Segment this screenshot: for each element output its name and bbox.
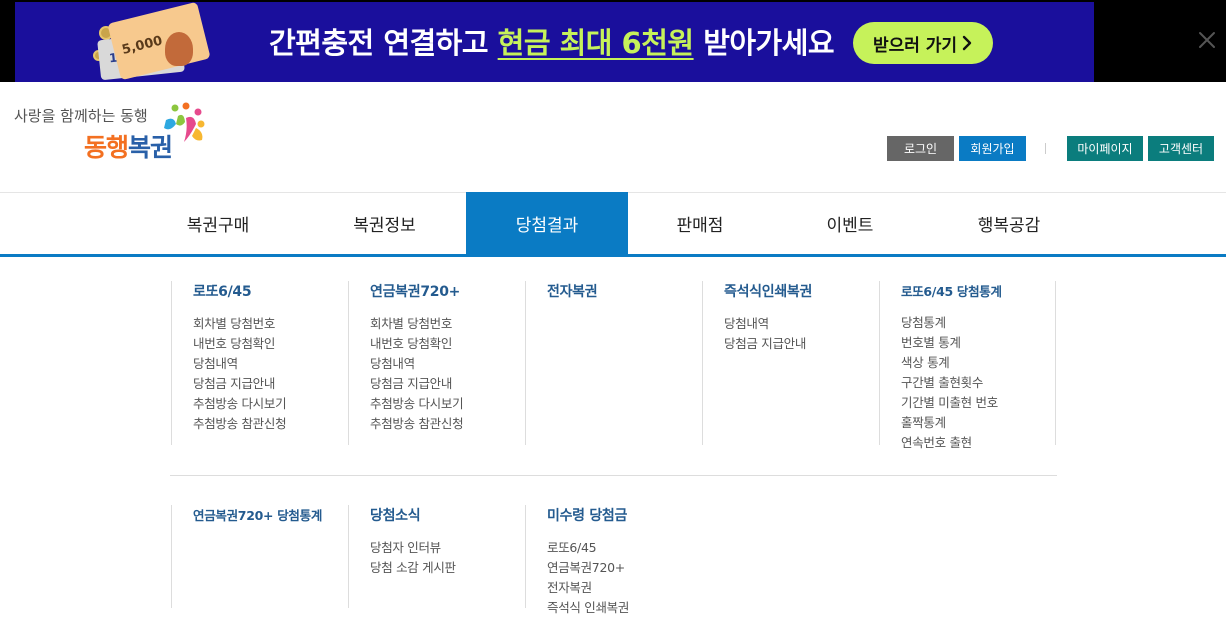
menu-column-title[interactable]: 로또6/45 당첨통계 bbox=[901, 281, 1055, 300]
menu-link-list: 로또6/45 연금복권720+ 전자복권 즉석식 인쇄복권 bbox=[547, 538, 702, 618]
customer-center-button[interactable]: 고객센터 bbox=[1148, 136, 1214, 161]
banner-cta-label: 받으러 가기 bbox=[872, 35, 958, 56]
menu-link-list: 당첨통계 번호별 통계 색상 통계 구간별 출현횟수 기간별 미출현 번호 홀짝통계 연속번… bbox=[901, 313, 1055, 453]
ticket-illustration: 1,000 5,000 bbox=[85, 1, 215, 81]
promo-banner-bar: 1,000 5,000 간편충전 연결하고 현금 최대 6천원 받아가세요 받으… bbox=[0, 0, 1226, 82]
close-icon bbox=[1199, 32, 1215, 48]
menu-link[interactable]: 즉석식 인쇄복권 bbox=[547, 598, 702, 618]
menu-link[interactable]: 로또6/45 bbox=[547, 538, 702, 558]
menu-column-title[interactable]: 연금복권720+ 당첨통계 bbox=[193, 505, 348, 524]
menu-link[interactable]: 구간별 출현횟수 bbox=[901, 373, 1055, 393]
menu-link[interactable]: 내번호 당첨확인 bbox=[193, 334, 348, 354]
menu-divider bbox=[170, 475, 1057, 476]
menu-column: 연금복권720+ 당첨통계 bbox=[171, 505, 348, 608]
gnb-item-6[interactable]: 행복공감 bbox=[928, 192, 1090, 255]
menu-link[interactable]: 추첨방송 다시보기 bbox=[193, 394, 348, 414]
menu-link[interactable]: 당첨금 지급안내 bbox=[724, 334, 879, 354]
banner-text-after: 받아가세요 bbox=[693, 26, 835, 60]
banner-close-button[interactable] bbox=[1195, 28, 1219, 52]
lottery-logo-mark-icon bbox=[164, 102, 205, 142]
utility-separator bbox=[1045, 143, 1046, 154]
menu-link-list: 당첨내역 당첨금 지급안내 bbox=[724, 314, 879, 354]
login-button[interactable]: 로그인 bbox=[887, 136, 954, 161]
promo-banner[interactable]: 1,000 5,000 간편충전 연결하고 현금 최대 6천원 받아가세요 받으… bbox=[15, 1, 1094, 82]
menu-column-title[interactable]: 로또6/45 bbox=[193, 281, 348, 301]
menu-link[interactable]: 회차별 당첨번호 bbox=[370, 314, 525, 334]
menu-link[interactable]: 번호별 통계 bbox=[901, 333, 1055, 353]
menu-link[interactable]: 연금복권720+ bbox=[547, 558, 702, 578]
site-logo[interactable]: 동행복권 bbox=[84, 128, 173, 164]
site-slogan: 사랑을 함께하는 동행 bbox=[14, 107, 148, 125]
banner-headline: 간편충전 연결하고 현금 최대 6천원 받아가세요 bbox=[269, 20, 835, 62]
banner-text-before: 간편충전 연결하고 bbox=[269, 26, 498, 60]
menu-link[interactable]: 회차별 당첨번호 bbox=[193, 314, 348, 334]
gnb-item-5[interactable]: 이벤트 bbox=[772, 192, 928, 255]
menu-link[interactable]: 내번호 당첨확인 bbox=[370, 334, 525, 354]
menu-column-title[interactable]: 미수령 당첨금 bbox=[547, 505, 702, 525]
menu-link-list: 당첨자 인터뷰 당첨 소감 게시판 bbox=[370, 538, 525, 578]
menu-link[interactable]: 당첨통계 bbox=[901, 313, 1055, 333]
menu-column: 전자복권 bbox=[525, 281, 702, 445]
menu-column-title[interactable]: 즉석식인쇄복권 bbox=[724, 281, 879, 301]
menu-column: 당첨소식당첨자 인터뷰 당첨 소감 게시판 bbox=[348, 505, 525, 608]
join-button[interactable]: 회원가입 bbox=[959, 136, 1026, 161]
menu-link[interactable]: 당첨내역 bbox=[724, 314, 879, 334]
menu-link[interactable]: 색상 통계 bbox=[901, 353, 1055, 373]
menu-column: 즉석식인쇄복권당첨내역 당첨금 지급안내 bbox=[702, 281, 879, 445]
menu-column-title[interactable]: 전자복권 bbox=[547, 281, 702, 301]
menu-column: 미수령 당첨금로또6/45 연금복권720+ 전자복권 즉석식 인쇄복권 bbox=[525, 505, 702, 615]
chevron-right-icon bbox=[962, 35, 972, 51]
menu-column: 로또6/45 당첨통계당첨통계 번호별 통계 색상 통계 구간별 출현횟수 기간별 미출… bbox=[879, 281, 1056, 450]
menu-column-title[interactable]: 연금복권720+ bbox=[370, 281, 525, 301]
menu-link[interactable]: 당첨내역 bbox=[370, 354, 525, 374]
ticket-front-amount: 5,000 bbox=[120, 33, 164, 58]
menu-link[interactable]: 당첨내역 bbox=[193, 354, 348, 374]
banner-cta-button[interactable]: 받으러 가기 bbox=[853, 22, 993, 64]
gnb-item-2[interactable]: 복권정보 bbox=[303, 192, 466, 255]
menu-link[interactable]: 추첨방송 참관신청 bbox=[193, 414, 348, 434]
menu-link[interactable]: 기간별 미출현 번호 bbox=[901, 393, 1055, 413]
mascot-icon bbox=[165, 32, 193, 66]
menu-link-list: 회차별 당첨번호 내번호 당첨확인 당첨내역 당첨금 지급안내 추첨방송 다시보기 추첨방… bbox=[193, 314, 348, 434]
mypage-button[interactable]: 마이페이지 bbox=[1067, 136, 1143, 161]
menu-link[interactable]: 홀짝통계 bbox=[901, 413, 1055, 433]
menu-column-title[interactable]: 당첨소식 bbox=[370, 505, 525, 525]
menu-link-list: 회차별 당첨번호 내번호 당첨확인 당첨내역 당첨금 지급안내 추첨방송 다시보기 추첨방… bbox=[370, 314, 525, 434]
menu-link[interactable]: 연속번호 출현 bbox=[901, 433, 1055, 453]
gnb-item-1[interactable]: 복권구매 bbox=[140, 192, 296, 255]
menu-link[interactable]: 당첨금 지급안내 bbox=[193, 374, 348, 394]
menu-column: 연금복권720+ 회차별 당첨번호 내번호 당첨확인 당첨내역 당첨금 지급안내 추첨방송… bbox=[348, 281, 525, 445]
menu-link[interactable]: 당첨금 지급안내 bbox=[370, 374, 525, 394]
menu-link[interactable]: 추첨방송 참관신청 bbox=[370, 414, 525, 434]
gnb-item-4[interactable]: 판매점 bbox=[628, 192, 772, 255]
menu-link[interactable]: 추첨방송 다시보기 bbox=[370, 394, 525, 414]
menu-link[interactable]: 당첨자 인터뷰 bbox=[370, 538, 525, 558]
menu-link[interactable]: 당첨 소감 게시판 bbox=[370, 558, 525, 578]
ticket-front: 5,000 bbox=[107, 1, 211, 81]
gnb-bottom-border bbox=[0, 254, 1226, 257]
menu-column: 로또6/45 회차별 당첨번호 내번호 당첨확인 당첨내역 당첨금 지급안내 추첨방송 다… bbox=[171, 281, 348, 445]
banner-text-highlight: 현금 최대 6천원 bbox=[497, 26, 694, 60]
menu-link[interactable]: 전자복권 bbox=[547, 578, 702, 598]
logo-text-part1: 동행 bbox=[84, 133, 129, 162]
gnb-item-3[interactable]: 당첨결과 bbox=[466, 192, 628, 255]
